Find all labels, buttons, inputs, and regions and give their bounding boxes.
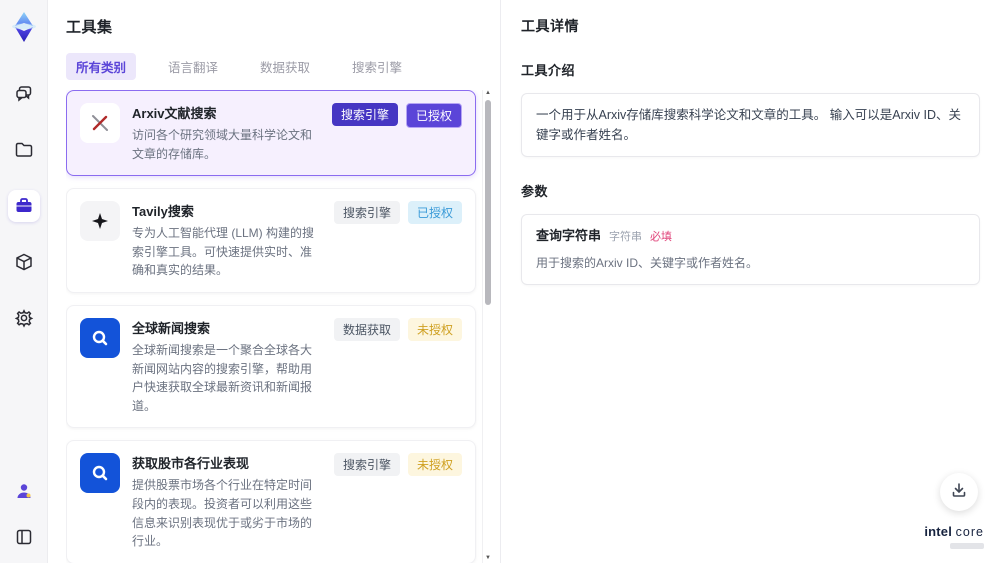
arxiv-logo-icon — [80, 103, 120, 143]
param-required-badge: 必填 — [650, 231, 673, 243]
intel-core-logo: intel core — [924, 525, 984, 549]
parameter-box: 查询字符串 字符串 必填 用于搜索的Arxiv ID、关键字或作者姓名。 — [521, 214, 980, 285]
category-badge: 搜索引擎 — [331, 103, 398, 126]
tab-data-acquisition[interactable]: 数据获取 — [250, 53, 320, 80]
tool-name: 获取股市各行业表现 — [132, 456, 250, 472]
param-name: 查询字符串 — [536, 228, 602, 243]
sidebar-item-chat[interactable] — [8, 78, 40, 110]
sidebar — [0, 0, 48, 563]
category-badge: 搜索引擎 — [333, 201, 400, 225]
scrollbar-thumb[interactable] — [485, 100, 491, 305]
chat-icon — [14, 84, 34, 104]
category-badge: 数据获取 — [333, 317, 400, 341]
tool-description: 专为人工智能代理 (LLM) 构建的搜索引擎工具。可快速提供实时、准确和真实的结… — [132, 226, 315, 278]
page-title: 工具集 — [66, 19, 113, 36]
download-icon — [950, 481, 968, 504]
intro-heading: 工具介绍 — [521, 63, 576, 78]
tool-card-tavily[interactable]: Tavily搜索 专为人工智能代理 (LLM) 构建的搜索引擎工具。可快速提供实… — [66, 188, 476, 293]
sidebar-item-collapse[interactable] — [8, 521, 40, 553]
category-badge: 搜索引擎 — [333, 453, 400, 477]
gear-icon — [14, 308, 34, 328]
app-window: 工具集 所有类别 语言翻译 数据获取 搜索引擎 Arxiv文献搜索 访问各个研究… — [0, 0, 1000, 563]
sidebar-item-settings[interactable] — [8, 302, 40, 334]
tool-description: 全球新闻搜索是一个聚合全球各大新闻网站内容的搜索引擎，帮助用户快速获取全球最新资… — [132, 342, 313, 413]
brand-core-text: core — [955, 525, 984, 540]
tool-description: 提供股票市场各个行业在特定时间段内的表现。投资者可以利用这些信息来识别表现优于或… — [132, 478, 313, 549]
app-logo-icon — [7, 10, 41, 44]
sidebar-item-account[interactable] — [8, 475, 40, 507]
tab-all-categories[interactable]: 所有类别 — [66, 53, 137, 80]
param-type: 字符串 — [609, 231, 643, 243]
tool-detail-panel: 工具详情 工具介绍 一个用于从Arxiv存储库搜索科学论文和文章的工具。 输入可… — [500, 0, 1000, 563]
cube-icon — [14, 252, 34, 272]
tool-list: Arxiv文献搜索 访问各个研究领域大量科学论文和文章的存储库。 搜索引擎 已授… — [66, 90, 492, 563]
download-button[interactable] — [940, 473, 978, 511]
auth-status-badge: 未授权 — [407, 317, 462, 341]
detail-title: 工具详情 — [521, 18, 579, 34]
auth-status-badge: 已授权 — [405, 103, 462, 128]
param-description: 用于搜索的Arxiv ID、关键字或作者姓名。 — [536, 255, 759, 270]
tool-card-sector-performance[interactable]: 获取股市各行业表现 提供股票市场各个行业在特定时间段内的表现。投资者可以利用这些… — [66, 440, 476, 563]
tab-language-translation[interactable]: 语言翻译 — [158, 53, 228, 80]
collapse-panel-icon — [15, 528, 33, 546]
news-search-icon — [80, 317, 120, 358]
tool-card-arxiv[interactable]: Arxiv文献搜索 访问各个研究领域大量科学论文和文章的存储库。 搜索引擎 已授… — [66, 90, 476, 177]
tool-name: Arxiv文献搜索 — [132, 106, 217, 121]
sidebar-item-files[interactable] — [8, 134, 40, 166]
tool-card-global-news[interactable]: 全球新闻搜索 全球新闻搜索是一个聚合全球各大新闻网站内容的搜索引擎，帮助用户快速… — [66, 304, 476, 429]
briefcase-icon — [14, 196, 34, 216]
tool-list-scrollbar[interactable]: ▲ ▼ — [482, 90, 492, 563]
params-heading: 参数 — [521, 184, 549, 199]
tab-search-engine[interactable]: 搜索引擎 — [342, 53, 412, 80]
tool-name: Tavily搜索 — [132, 204, 194, 220]
tool-intro-box: 一个用于从Arxiv存储库搜索科学论文和文章的工具。 输入可以是Arxiv ID… — [521, 93, 980, 157]
scrollbar-down-arrow[interactable]: ▼ — [485, 555, 491, 561]
news-search-icon — [80, 453, 120, 494]
tool-description: 访问各个研究领域大量科学论文和文章的存储库。 — [132, 128, 313, 161]
brand-sub-mark — [950, 543, 984, 549]
tavily-star-icon — [80, 201, 120, 242]
auth-status-badge: 已授权 — [407, 201, 462, 225]
sidebar-nav — [7, 78, 40, 334]
tool-name: 全球新闻搜索 — [132, 320, 211, 336]
folder-icon — [14, 140, 34, 160]
brand-intel-text: intel — [924, 524, 953, 540]
tools-panel: 工具集 所有类别 语言翻译 数据获取 搜索引擎 Arxiv文献搜索 访问各个研究… — [48, 0, 500, 563]
category-tabs: 所有类别 语言翻译 数据获取 搜索引擎 — [66, 53, 492, 80]
user-avatar-icon — [14, 481, 34, 501]
sidebar-item-tools[interactable] — [7, 190, 40, 222]
auth-status-badge: 未授权 — [407, 453, 462, 477]
sidebar-bottom — [8, 475, 40, 553]
scrollbar-up-arrow[interactable]: ▲ — [485, 90, 491, 96]
sidebar-item-packages[interactable] — [8, 246, 40, 278]
